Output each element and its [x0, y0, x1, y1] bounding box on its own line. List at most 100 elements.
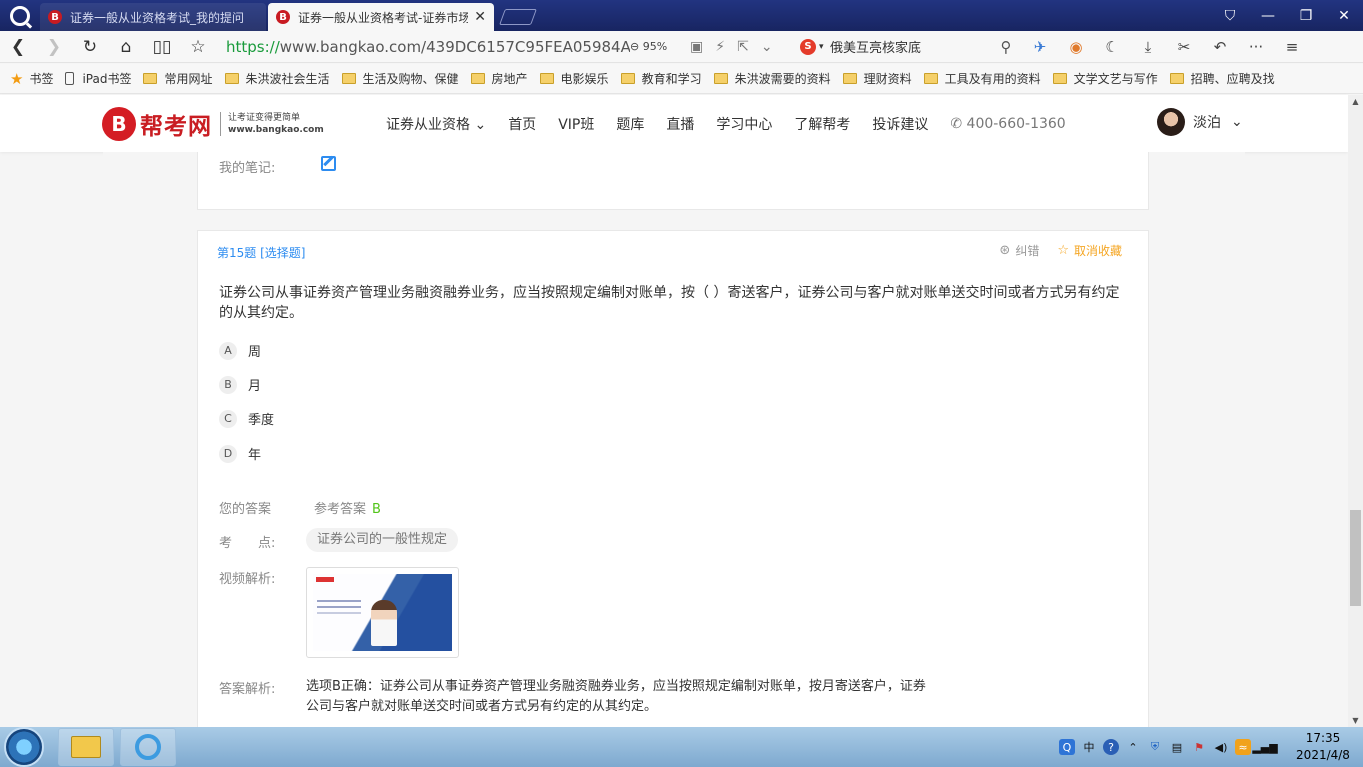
- cut-icon[interactable]: ✂: [1166, 38, 1202, 56]
- share-icon[interactable]: ⇱: [737, 39, 749, 55]
- site-favicon-icon: B: [48, 10, 62, 24]
- wardrobe-icon[interactable]: ⛉: [1211, 8, 1249, 24]
- content-area: 我的笔记: 第15题 [选择题] ⊛ 纠错 ☆ 取消收藏 证券公司从事证券资产管理业…: [103, 152, 1245, 750]
- start-button[interactable]: [4, 727, 44, 767]
- bangkao-logo-icon: B: [102, 107, 136, 141]
- network-icon[interactable]: ▂▄▆: [1252, 739, 1277, 755]
- game-icon[interactable]: ◉: [1058, 38, 1094, 56]
- tab-securities-market[interactable]: B 证券一般从业资格考试-证券市场 ✕: [268, 3, 494, 31]
- bookmarks-root[interactable]: ★ 书签: [10, 70, 53, 88]
- book-icon[interactable]: ▣: [690, 39, 703, 55]
- bookmark-folder[interactable]: 电影娱乐: [539, 70, 609, 87]
- search-icon[interactable]: ⚲: [990, 38, 1022, 56]
- security-icon[interactable]: ⛨: [1147, 739, 1163, 755]
- site-header: B 帮考网 让考证变得更简单 www.bangkao.com 证券从业资格 ⌄ 首…: [0, 95, 1348, 152]
- bookmark-folder[interactable]: 文学文艺与写作: [1052, 70, 1158, 87]
- nav-about[interactable]: 了解帮考: [794, 114, 850, 134]
- chevron-down-icon: ⌄: [1231, 114, 1243, 130]
- night-mode-icon[interactable]: ☾: [1094, 38, 1130, 56]
- nav-home[interactable]: 首页: [508, 114, 536, 134]
- clock[interactable]: 17:35 2021/4/8: [1293, 730, 1353, 764]
- option-a[interactable]: A周: [219, 341, 261, 360]
- folder-icon: [842, 73, 857, 84]
- flag-icon[interactable]: ⚑: [1191, 739, 1207, 755]
- browser-tab-bar: B 证券一般从业资格考试_我的提问 B 证券一般从业资格考试-证券市场 ✕ ⛉ …: [0, 0, 1363, 31]
- bookmark-ipad[interactable]: iPad书签: [65, 70, 131, 87]
- restore-icon[interactable]: ❐: [1287, 8, 1325, 24]
- home-icon[interactable]: ⌂: [108, 37, 144, 57]
- edit-note-icon[interactable]: [321, 156, 336, 171]
- nav-live[interactable]: 直播: [666, 114, 694, 134]
- chevron-down-icon[interactable]: ⌄: [761, 39, 773, 55]
- point-label: 考 点:: [219, 536, 276, 551]
- undo-icon[interactable]: ↶: [1202, 38, 1238, 56]
- page-scrollbar[interactable]: ▲ ▼: [1348, 95, 1363, 727]
- option-d[interactable]: D年: [219, 444, 261, 463]
- bookmark-folder[interactable]: 教育和学习: [620, 70, 702, 87]
- bird-extension-icon[interactable]: ✈: [1022, 38, 1058, 56]
- scroll-down-icon[interactable]: ▼: [1348, 716, 1363, 725]
- taskbar-browser[interactable]: [120, 728, 176, 766]
- bookmark-folder[interactable]: 房地产: [470, 70, 528, 87]
- knowledge-point-tag[interactable]: 证券公司的一般性规定: [306, 528, 459, 552]
- device-icon[interactable]: ▤: [1169, 739, 1185, 755]
- video-thumbnail[interactable]: [306, 567, 459, 658]
- avatar: [1157, 108, 1185, 136]
- report-error-button[interactable]: ⊛ 纠错: [999, 242, 1039, 259]
- bookmark-folder[interactable]: 理财资料: [842, 70, 912, 87]
- taskbar-explorer[interactable]: [58, 728, 114, 766]
- minimize-icon[interactable]: —: [1249, 8, 1287, 24]
- download-icon[interactable]: ⤓: [1130, 38, 1166, 56]
- folder-icon: [341, 73, 356, 84]
- close-window-icon[interactable]: ✕: [1325, 8, 1363, 24]
- bookmark-folder[interactable]: 招聘、应聘及找: [1169, 70, 1275, 87]
- zoom-level[interactable]: ⊖ 95%: [630, 40, 690, 53]
- option-c[interactable]: C 季度: [219, 409, 274, 428]
- nav-complaints[interactable]: 投诉建议: [872, 114, 928, 134]
- tab-my-questions[interactable]: B 证券一般从业资格考试_我的提问: [40, 3, 266, 31]
- folder-icon: [143, 73, 158, 84]
- close-tab-icon[interactable]: ✕: [474, 9, 486, 25]
- back-icon[interactable]: ❮: [0, 37, 36, 57]
- folder-icon: [470, 73, 485, 84]
- nav-securities-qualification[interactable]: 证券从业资格 ⌄: [386, 114, 486, 134]
- nav-vip[interactable]: VIP班: [558, 114, 594, 134]
- bookmark-star-icon[interactable]: ☆: [180, 37, 216, 57]
- tray-expand-icon[interactable]: ⌃: [1125, 739, 1141, 755]
- lightning-icon[interactable]: ⚡: [715, 39, 725, 55]
- bookmarks-bar: ★ 书签 iPad书签 常用网址 朱洪波社会生活 生活及购物、保健 房地产 电影娱…: [0, 64, 1363, 94]
- ime-q-icon[interactable]: Q: [1059, 739, 1075, 755]
- ipad-icon: [65, 72, 75, 85]
- bookmark-folder[interactable]: 朱洪波社会生活: [224, 70, 330, 87]
- more-icon[interactable]: ···: [1238, 38, 1274, 56]
- option-b[interactable]: B月: [219, 375, 261, 394]
- search-engine-selector[interactable]: S ▾: [800, 38, 830, 56]
- reader-icon[interactable]: ▯▯: [144, 37, 180, 57]
- nav-question-bank[interactable]: 题库: [616, 114, 644, 134]
- volume-icon[interactable]: ◀): [1213, 739, 1229, 755]
- reference-answer: 参考答案 B: [314, 502, 381, 517]
- ime-indicator[interactable]: 中: [1081, 739, 1097, 755]
- bookmark-folder[interactable]: 生活及购物、保健: [341, 70, 459, 87]
- bookmark-folder[interactable]: 工具及有用的资料: [923, 70, 1041, 87]
- scrollbar-thumb[interactable]: [1350, 510, 1361, 606]
- update-icon[interactable]: ≈: [1235, 739, 1251, 755]
- reload-icon[interactable]: ↻: [72, 37, 108, 57]
- url-input[interactable]: https://www.bangkao.com/439DC6157C95FEA0…: [226, 38, 630, 56]
- bookmark-folder[interactable]: 朱洪波需要的资料: [713, 70, 831, 87]
- bookmark-folder[interactable]: 常用网址: [143, 70, 213, 87]
- forward-icon[interactable]: ❯: [36, 37, 72, 57]
- address-toolbar: ❮ ❯ ↻ ⌂ ▯▯ ☆ https://www.bangkao.com/439…: [0, 31, 1363, 63]
- star-icon: ★: [10, 69, 24, 88]
- site-logo[interactable]: B 帮考网 让考证变得更简单 www.bangkao.com: [102, 107, 324, 141]
- nav-learning-center[interactable]: 学习中心: [716, 114, 772, 134]
- phone-number: ✆ 400-660-1360: [950, 115, 1066, 132]
- search-input[interactable]: 俄美互亮核家底: [830, 37, 990, 56]
- help-icon[interactable]: ?: [1103, 739, 1119, 755]
- unfavorite-button[interactable]: ☆ 取消收藏: [1057, 242, 1122, 259]
- user-menu[interactable]: 淡泊 ⌄: [1157, 108, 1243, 136]
- browser-logo-icon[interactable]: [0, 0, 40, 31]
- menu-icon[interactable]: ≡: [1274, 38, 1310, 56]
- new-tab-button[interactable]: [499, 9, 537, 25]
- scroll-up-icon[interactable]: ▲: [1348, 97, 1363, 106]
